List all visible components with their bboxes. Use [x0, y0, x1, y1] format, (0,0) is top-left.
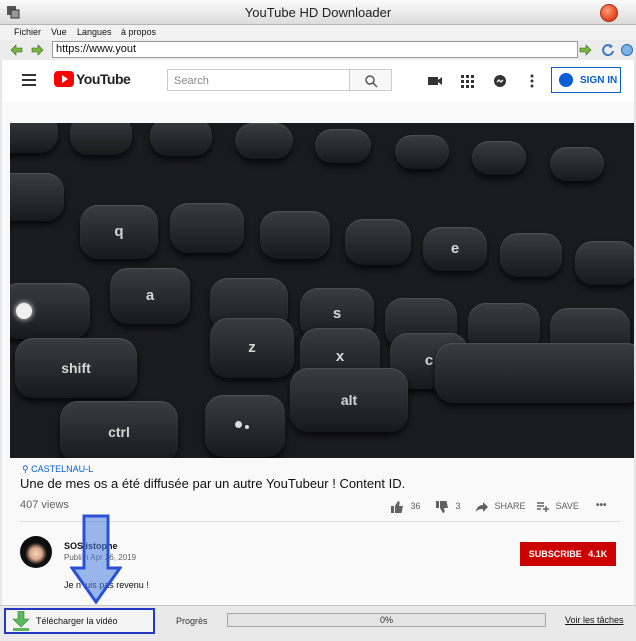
view-tasks-link[interactable]: Voir les tâches [565, 615, 624, 625]
keyboard-key [500, 233, 562, 277]
youtube-play-icon [54, 71, 74, 87]
like-count: 36 [410, 501, 421, 512]
video-player[interactable]: q e a s shift z x c ctrl alt [10, 123, 634, 458]
messages-icon[interactable] [492, 73, 508, 89]
window-titlebar: YouTube HD Downloader [0, 0, 636, 25]
keyboard-key [575, 241, 634, 285]
keyboard-key [10, 123, 58, 153]
dislike-button[interactable]: 3 [435, 501, 461, 513]
search-icon [365, 75, 378, 88]
save-button[interactable]: SAVE [537, 501, 579, 512]
keyboard-key-assistant [205, 395, 285, 457]
search-button[interactable] [350, 69, 392, 91]
keyboard-key [550, 147, 604, 181]
like-button[interactable]: 36 [390, 501, 421, 513]
keyboard-key-e: e [423, 227, 487, 271]
downloader-bottom-bar: Télécharger la vidéo Progrès 0% Voir les… [0, 605, 636, 641]
share-button[interactable]: SHARE [476, 501, 526, 512]
more-vert-icon[interactable] [524, 73, 540, 89]
keyboard-key [260, 211, 330, 259]
keyboard-key [345, 219, 411, 265]
keyboard-key-space [435, 343, 634, 403]
share-icon [476, 501, 488, 512]
keyboard-key [235, 123, 293, 159]
location-text: CASTELNAU-L [31, 464, 94, 474]
keyboard-key [170, 203, 244, 253]
keyboard-key-shift: shift [15, 338, 137, 398]
download-video-button[interactable]: Télécharger la vidéo [4, 608, 155, 634]
menu-item-a-propos[interactable]: à propos [121, 27, 156, 37]
menu-bar: Fichier Vue Langues à propos [0, 25, 636, 40]
thumbs-down-icon [436, 501, 448, 513]
sign-in-label: SIGN IN [580, 75, 618, 86]
menu-item-vue[interactable]: Vue [51, 27, 67, 37]
stop-icon[interactable] [620, 43, 634, 57]
more-actions-button[interactable]: ••• [596, 500, 607, 511]
keyboard-key [150, 123, 212, 156]
download-video-label: Télécharger la vidéo [36, 616, 118, 626]
channel-avatar[interactable] [20, 536, 52, 568]
download-icon [12, 611, 30, 631]
close-icon[interactable] [600, 4, 618, 22]
youtube-header: YouTube Search SIGN IN [2, 60, 634, 102]
window-title: YouTube HD Downloader [244, 5, 392, 20]
progress-label: Progrès [176, 616, 208, 626]
keyboard-key-alt: alt [290, 368, 408, 432]
refresh-icon[interactable] [601, 43, 615, 57]
subscribe-label: SUBSCRIBE [528, 549, 582, 559]
annotation-arrow-icon [69, 514, 123, 605]
keyboard-key-a: a [110, 268, 190, 324]
search-input[interactable]: Search [167, 69, 350, 91]
subscribe-button[interactable]: SUBSCRIBE 4.1K [520, 542, 616, 566]
youtube-logo-text: YouTube [76, 71, 131, 87]
dislike-count: 3 [455, 501, 461, 512]
apps-grid-icon[interactable] [459, 73, 475, 89]
go-arrow-icon[interactable] [578, 43, 592, 57]
keyboard-key-q: q [80, 205, 158, 259]
keyboard-key [395, 135, 449, 169]
progress-bar: 0% [227, 613, 546, 627]
thumbs-up-icon [391, 501, 403, 513]
share-label: SHARE [494, 501, 526, 511]
keyboard-key [472, 141, 526, 175]
forward-arrow-icon[interactable] [30, 43, 44, 57]
save-label: SAVE [555, 501, 579, 511]
keyboard-key-ctrl: ctrl [60, 401, 178, 458]
back-arrow-icon[interactable] [10, 43, 24, 57]
hamburger-icon[interactable] [22, 74, 36, 86]
location-pin-icon: ⚲ [22, 464, 29, 474]
save-playlist-icon [537, 501, 549, 512]
location-tag[interactable]: ⚲ CASTELNAU-L [22, 464, 93, 475]
keyboard-key [10, 173, 64, 221]
progress-text: 0% [379, 615, 393, 625]
video-title: Une de mes os a été diffusée par un autr… [20, 476, 406, 491]
keyboard-key [315, 129, 371, 163]
view-count: 407 views [20, 499, 69, 511]
video-camera-icon[interactable] [427, 73, 443, 89]
keyboard-key [70, 123, 132, 155]
subscriber-count: 4.1K [588, 549, 608, 559]
menu-item-langues[interactable]: Langues [77, 27, 112, 37]
address-bar: https://www.yout [0, 40, 636, 60]
keyboard-key-z: z [210, 318, 294, 378]
menu-item-fichier[interactable]: Fichier [14, 27, 41, 37]
account-icon [559, 73, 573, 87]
keyboard-key-sticky [10, 283, 90, 339]
url-input[interactable]: https://www.yout [52, 41, 578, 58]
sign-in-button[interactable]: SIGN IN [551, 67, 621, 93]
